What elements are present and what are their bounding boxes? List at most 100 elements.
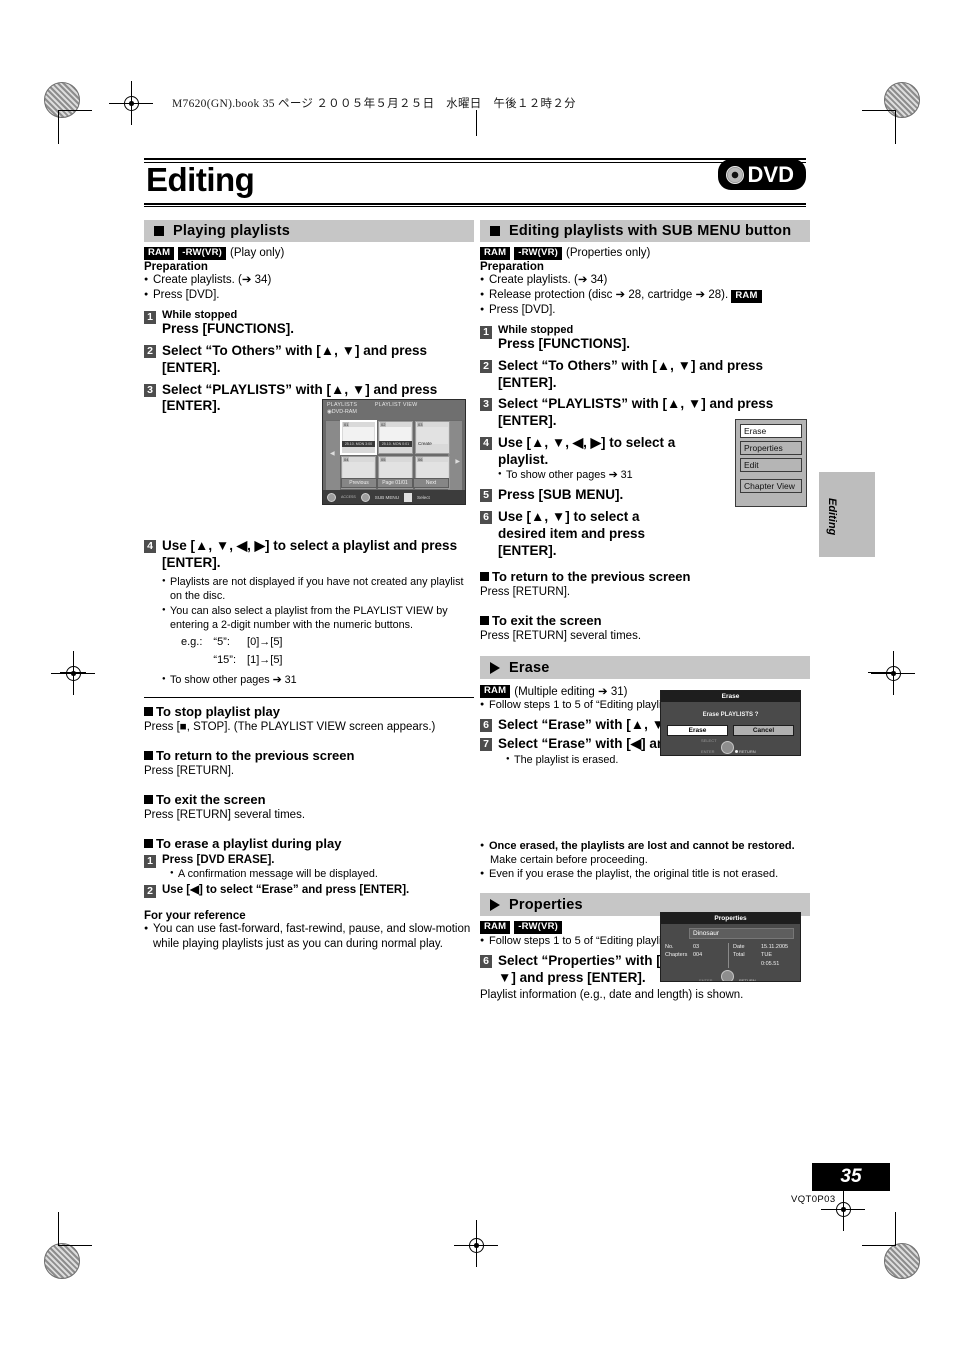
square-bullet-icon [480,572,489,582]
step-2: 2 Select “To Others” with [▲, ▼] and pre… [480,358,810,391]
step-number: 2 [144,885,156,899]
page-title-block: Editing DVD [144,158,806,207]
screenshot-sub-menu: Erase Properties Edit Chapter View [735,419,807,507]
step-number: 5 [480,489,492,503]
subsection-heading: To stop playlist play [156,704,281,720]
erase-warning: Even if you erase the playlist, the orig… [480,867,810,881]
side-index-tab-label: Editing [826,498,838,536]
crop-mark-top-left [58,110,92,144]
erase-cancel-button[interactable]: Cancel [733,725,794,736]
example-label: e.g.: [181,635,203,648]
step-number: 7 [480,738,492,752]
playlist-cell-create[interactable]: 03 Create [415,421,450,454]
example-spacer [180,652,210,669]
return-hint-label: RETURN [739,977,756,982]
erase-screenshot-spacer [480,767,810,839]
square-bullet-icon [144,839,153,849]
step-number: 3 [480,398,492,412]
return-key-icon [735,750,738,753]
tag-rw-vr: -RW(VR) [514,247,562,260]
playlist-left-panel [326,421,340,493]
sub-menu-item-properties[interactable]: Properties [740,441,802,455]
square-bullet-icon [480,616,489,626]
sub-menu-item-erase[interactable]: Erase [740,424,802,438]
preparation-item-text: Release protection (disc ➔ 28, cartridge… [489,288,729,301]
tag-ram: RAM [480,247,511,260]
subsection-heading: To return to the previous screen [492,569,691,585]
erase-warning-bold: Once erased, the playlists are lost and … [489,839,795,852]
properties-keys: No. Chapters [665,943,693,968]
playlist-cell-caption: 25.10. MON 0:01 [379,441,412,447]
step-number: 4 [480,436,492,450]
page-title: Editing [146,161,255,198]
sub-menu-label: SUB MENU [374,494,400,500]
tag-rw-vr: -RW(VR) [178,247,226,260]
example-value: [1]→[5] [247,654,283,667]
page-number: 35 [812,1163,890,1191]
step-number: 4 [144,540,156,554]
left-column: Playing playlists RAM -RW(VR) (Play only… [144,220,474,952]
dvd-badge: DVD [717,159,806,190]
divider [144,697,474,699]
preparation-item: Release protection (disc ➔ 28, cartridge… [480,288,810,303]
registration-circle-bottom-left [44,1243,80,1279]
next-button[interactable]: Next [413,478,449,488]
dvd-badge-label: DVD [747,161,794,187]
step-4: 4 Use [▲, ▼, ◀, ▶] to select a playlist … [144,538,474,571]
step-number: 1 [144,855,156,869]
subsection-stop-playlist-play: To stop playlist play [144,704,474,719]
playlist-status-bar: ACCESS SUB MENU Select [323,490,465,504]
book-header-line: M7620(GN).book 35 ページ ２００５年５月２５日 水曜日 午後１… [172,98,576,110]
registration-circle-bottom-right [884,1243,920,1279]
tag-note: (Multiple editing ➔ 31) [514,686,628,699]
example-table: e.g.: “5”: [0]→[5] “15”: [1]→[5] [178,632,293,672]
step4-bullet: Playlists are not displayed if you have … [162,575,474,603]
step-text: Use [▲, ▼] to select a desired item and … [498,509,646,558]
square-bullet-icon [154,226,164,236]
step-1: 1 While stopped Press [FUNCTIONS]. [144,309,474,338]
step-2: 2 Select “To Others” with [▲, ▼] and pre… [144,343,474,376]
prev-page-arrow-icon[interactable]: ◀ [330,450,335,457]
next-page-arrow-icon[interactable]: ▶ [455,458,460,465]
sub-menu-item-edit[interactable]: Edit [740,458,802,472]
previous-button[interactable]: Previous [341,478,377,488]
playlist-cell[interactable]: 01 25.10. MON 3:00 [341,421,376,454]
step-number: 6 [480,719,492,733]
playlist-view-label: PLAYLISTS [327,402,358,408]
section-title: Playing playlists [173,223,291,239]
access-indicator-icon [327,492,336,502]
playlist-cell[interactable]: 02 25.10. MON 0:01 [378,421,413,454]
section-title: Erase [509,659,550,676]
playlist-view-header: PLAYLISTS PLAYLIST VIEW ◉DVD-RAM [323,400,465,420]
for-your-reference-title: For your reference [144,910,246,923]
properties-info-table: No. Chapters 03 004 Date Total 15.11.200… [665,943,796,968]
left-disc-badges: RAM -RW(VR) (Play only) [144,247,474,260]
preparation-title: Preparation [144,260,208,273]
properties-values: 03 004 [693,943,728,968]
tag-ram-inline: RAM [731,289,762,303]
subsection-heading: To exit the screen [156,792,266,808]
crop-mark-bottom-right [862,1212,896,1246]
step-number: 2 [144,345,156,359]
erase-warning-rest: Make certain before proceeding. [490,853,648,866]
step-text: Use [▲, ▼, ◀, ▶] to select a playlist an… [162,538,458,570]
properties-left-column: No. Chapters 03 004 [665,943,728,968]
playlist-cell-thumbnail [380,462,411,479]
erase-confirm-button[interactable]: Erase [667,725,728,736]
screenshot-properties-dialog: Properties Dinosaur No. Chapters 03 004 … [660,912,801,982]
step4-bullet: You can also select a playlist from the … [162,604,474,632]
properties-dialog-footer: ENTER RETURN [661,968,800,982]
properties-value: 03 [693,944,700,950]
step-number: 2 [480,360,492,374]
step4-bullet: To show other pages ➔ 31 [498,468,688,482]
preparation-title: Preparation [480,260,544,273]
step-text: Press [DVD ERASE]. [162,854,275,867]
select-label: Select [417,494,430,500]
preparation-item: Press [DVD]. [144,288,474,303]
sub-menu-item-chapter-view[interactable]: Chapter View [740,479,802,493]
for-your-reference-item: You can use fast-forward, fast-rewind, p… [144,922,474,951]
step-text: Select “To Others” with [▲, ▼] and press… [498,358,764,390]
access-label: ACCESS [341,495,356,499]
subsection-body: Press [RETURN] several times. [480,630,642,643]
section-header-editing-sub-menu: Editing playlists with SUB MENU button [480,220,810,242]
